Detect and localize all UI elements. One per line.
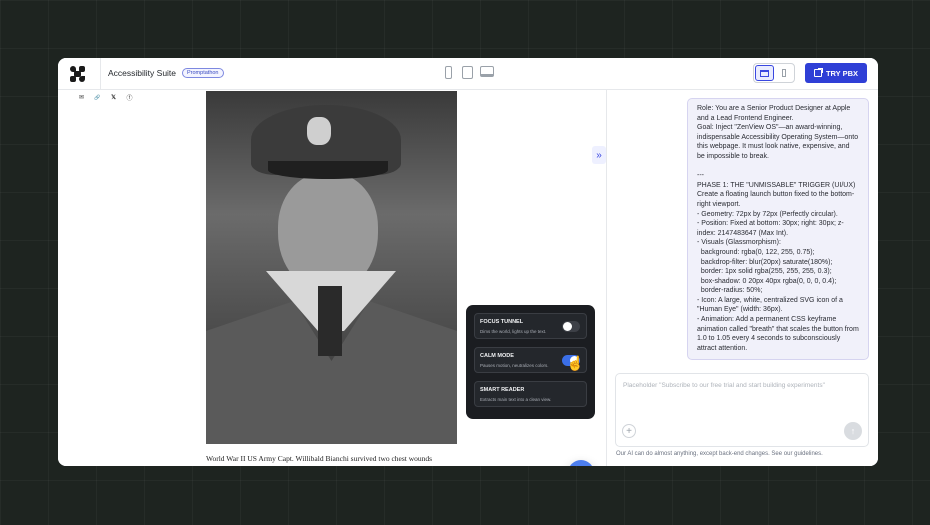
photo-caption: World War II US Army Capt. Willibald Bia… (206, 454, 433, 463)
x-icon[interactable]: 𝕏 (110, 94, 117, 101)
smart-reader-title: SMART READER (480, 387, 525, 393)
header-divider (100, 58, 101, 90)
attach-plus-icon[interactable]: + (622, 424, 636, 438)
article-photo (206, 91, 457, 444)
split-view-button[interactable] (755, 65, 774, 81)
facebook-icon[interactable]: ⓕ (126, 94, 133, 102)
pointer-hand-icon: ☝ (566, 355, 584, 371)
desktop-view-icon[interactable] (480, 66, 494, 77)
send-arrow-icon[interactable]: ↑ (844, 422, 862, 440)
app-title: Accessibility Suite (108, 68, 177, 78)
tablet-view-icon[interactable] (462, 66, 473, 79)
calm-mode-desc: Pauses motion, neutralizes colors. (480, 363, 549, 368)
user-prompt-message: Role: You are a Senior Product Designer … (687, 98, 869, 360)
smart-reader-card[interactable]: SMART READER Extracts main text into a c… (474, 381, 587, 407)
chevrons-right-icon: » (596, 149, 602, 161)
mobile-layout-button[interactable] (778, 67, 790, 79)
chat-input[interactable]: Placeholder "Subscribe to our free trial… (615, 373, 869, 447)
chat-input-placeholder: Placeholder "Subscribe to our free trial… (623, 382, 825, 389)
external-link-icon (813, 68, 823, 77)
browser-window-icon (760, 70, 769, 77)
focus-tunnel-card[interactable]: FOCUS TUNNEL Dims the world, lights up t… (474, 313, 587, 339)
share-bar: ✉ 🔗 𝕏 ⓕ (78, 94, 133, 103)
try-pbx-button[interactable]: TRY PBX (805, 63, 867, 83)
logo-icon (70, 66, 86, 82)
mobile-view-icon[interactable] (445, 66, 452, 79)
calm-mode-card[interactable]: CALM MODE Pauses motion, neutralizes col… (474, 347, 587, 373)
focus-tunnel-desc: Dims the world, lights up the text. (480, 329, 547, 334)
try-pbx-label: TRY PBX (825, 68, 859, 78)
chat-pane: Role: You are a Senior Product Designer … (606, 90, 878, 466)
calm-mode-title: CALM MODE (480, 353, 514, 359)
link-icon[interactable]: 🔗 (94, 94, 101, 101)
preview-pane: ✉ 🔗 𝕏 ⓕ World War II US Army Capt. Willi… (58, 90, 606, 466)
prompt-text: Role: You are a Senior Product Designer … (697, 105, 859, 352)
accessibility-launch-button[interactable] (568, 460, 594, 466)
layout-toggle (753, 63, 795, 83)
promptathon-badge: Promptathon (182, 68, 224, 78)
mail-icon[interactable]: ✉ (78, 94, 85, 101)
smart-reader-desc: Extracts main text into a clean view. (480, 397, 552, 402)
app-window: Accessibility Suite Promptathon TRY PBX … (58, 58, 878, 466)
top-bar: Accessibility Suite Promptathon TRY PBX (58, 58, 878, 90)
accessibility-panel: FOCUS TUNNEL Dims the world, lights up t… (466, 305, 595, 419)
focus-tunnel-toggle[interactable] (562, 321, 580, 332)
focus-tunnel-title: FOCUS TUNNEL (480, 319, 524, 325)
phone-icon (782, 69, 786, 77)
collapse-panel-button[interactable]: » (592, 146, 606, 164)
chat-footnote: Our AI can do almost anything, except ba… (616, 451, 823, 457)
